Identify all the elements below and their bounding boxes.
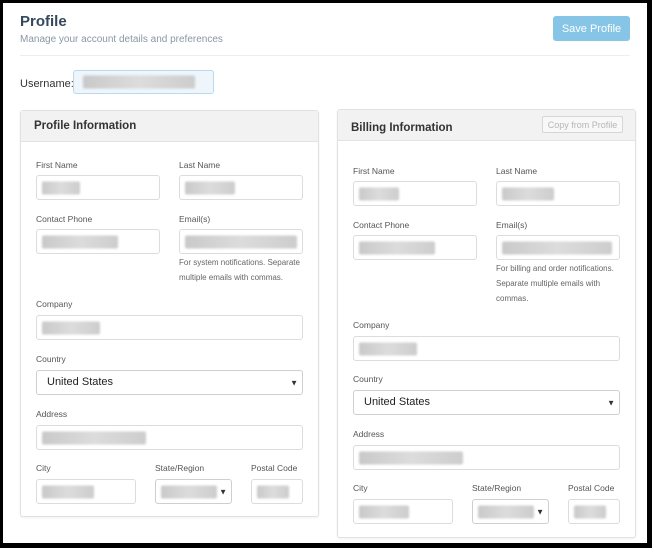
billing-first-name-input[interactable]: [353, 181, 477, 206]
billing-city-input[interactable]: [353, 499, 453, 524]
city-input[interactable]: [36, 479, 136, 504]
country-select[interactable]: United States ▼: [36, 370, 303, 395]
redacted-value: [359, 342, 417, 355]
company-label: Company: [36, 299, 73, 309]
contact-phone-label: Contact Phone: [353, 220, 410, 230]
username-input[interactable]: [73, 70, 214, 94]
save-profile-button[interactable]: Save Profile: [553, 16, 630, 41]
emails-help-line-2: Separate multiple emails with: [496, 279, 601, 288]
chevron-down-icon: ▼: [219, 487, 227, 496]
emails-help-line-2: multiple emails with commas.: [179, 273, 284, 282]
last-name-input[interactable]: [179, 175, 303, 200]
profile-information-panel: Profile Information First Name Last Name…: [20, 110, 319, 517]
billing-state-region-select[interactable]: ▼: [472, 499, 549, 524]
username-label: Username:: [20, 78, 74, 90]
postal-code-label: Postal Code: [251, 463, 298, 473]
state-region-label: State/Region: [472, 483, 522, 493]
first-name-label: First Name: [353, 166, 395, 176]
redacted-value: [42, 321, 100, 334]
last-name-label: Last Name: [496, 166, 538, 176]
emails-input[interactable]: [179, 229, 303, 254]
redacted-value: [359, 241, 435, 254]
copy-from-profile-button[interactable]: Copy from Profile: [542, 116, 623, 133]
redacted-value: [42, 181, 80, 194]
state-region-select[interactable]: ▼: [155, 479, 232, 504]
redacted-value: [42, 485, 94, 498]
billing-contact-phone-input[interactable]: [353, 235, 477, 260]
country-selected-value: United States: [364, 396, 431, 408]
page-subtitle: Manage your account details and preferen…: [20, 34, 223, 45]
first-name-label: First Name: [36, 160, 78, 170]
emails-help-line-1: For system notifications. Separate: [179, 258, 300, 267]
page-header: Profile Manage your account details and …: [20, 13, 630, 56]
postal-code-input[interactable]: [251, 479, 303, 504]
redacted-value: [359, 505, 409, 518]
last-name-label: Last Name: [179, 160, 221, 170]
redacted-value: [574, 505, 606, 518]
redacted-value: [83, 75, 195, 89]
address-label: Address: [36, 409, 68, 419]
chevron-down-icon: ▼: [290, 378, 298, 387]
redacted-value: [161, 485, 217, 498]
billing-information-panel: Billing Information Copy from Profile Fi…: [337, 109, 636, 538]
panel-title: Profile Information: [34, 120, 137, 132]
contact-phone-label: Contact Phone: [36, 214, 93, 224]
redacted-value: [359, 451, 463, 464]
profile-page: Profile Manage your account details and …: [3, 3, 647, 543]
redacted-value: [185, 181, 235, 194]
billing-country-select[interactable]: United States ▼: [353, 390, 620, 415]
first-name-input[interactable]: [36, 175, 160, 200]
emails-label: Email(s): [179, 214, 211, 224]
company-label: Company: [353, 320, 390, 330]
billing-company-input[interactable]: [353, 336, 620, 361]
panel-header: Billing Information Copy from Profile: [338, 110, 635, 141]
page-title: Profile: [20, 13, 67, 30]
redacted-value: [359, 187, 399, 200]
country-selected-value: United States: [47, 376, 114, 388]
redacted-value: [42, 235, 118, 248]
redacted-value: [502, 241, 612, 254]
country-label: Country: [353, 374, 383, 384]
billing-last-name-input[interactable]: [496, 181, 620, 206]
panel-title: Billing Information: [351, 122, 453, 134]
billing-emails-input[interactable]: [496, 235, 620, 260]
contact-phone-input[interactable]: [36, 229, 160, 254]
postal-code-label: Postal Code: [568, 483, 615, 493]
redacted-value: [257, 485, 289, 498]
billing-postal-code-input[interactable]: [568, 499, 620, 524]
panel-header: Profile Information: [21, 111, 318, 142]
company-input[interactable]: [36, 315, 303, 340]
redacted-value: [185, 235, 297, 248]
redacted-value: [478, 505, 534, 518]
redacted-value: [42, 431, 146, 444]
address-input[interactable]: [36, 425, 303, 450]
redacted-value: [502, 187, 554, 200]
emails-help-line-1: For billing and order notifications.: [496, 264, 614, 273]
emails-label: Email(s): [496, 220, 528, 230]
address-label: Address: [353, 429, 385, 439]
state-region-label: State/Region: [155, 463, 205, 473]
chevron-down-icon: ▼: [607, 398, 615, 407]
city-label: City: [353, 483, 368, 493]
city-label: City: [36, 463, 51, 473]
country-label: Country: [36, 354, 66, 364]
chevron-down-icon: ▼: [536, 507, 544, 516]
billing-address-input[interactable]: [353, 445, 620, 470]
emails-help-line-3: commas.: [496, 294, 529, 303]
